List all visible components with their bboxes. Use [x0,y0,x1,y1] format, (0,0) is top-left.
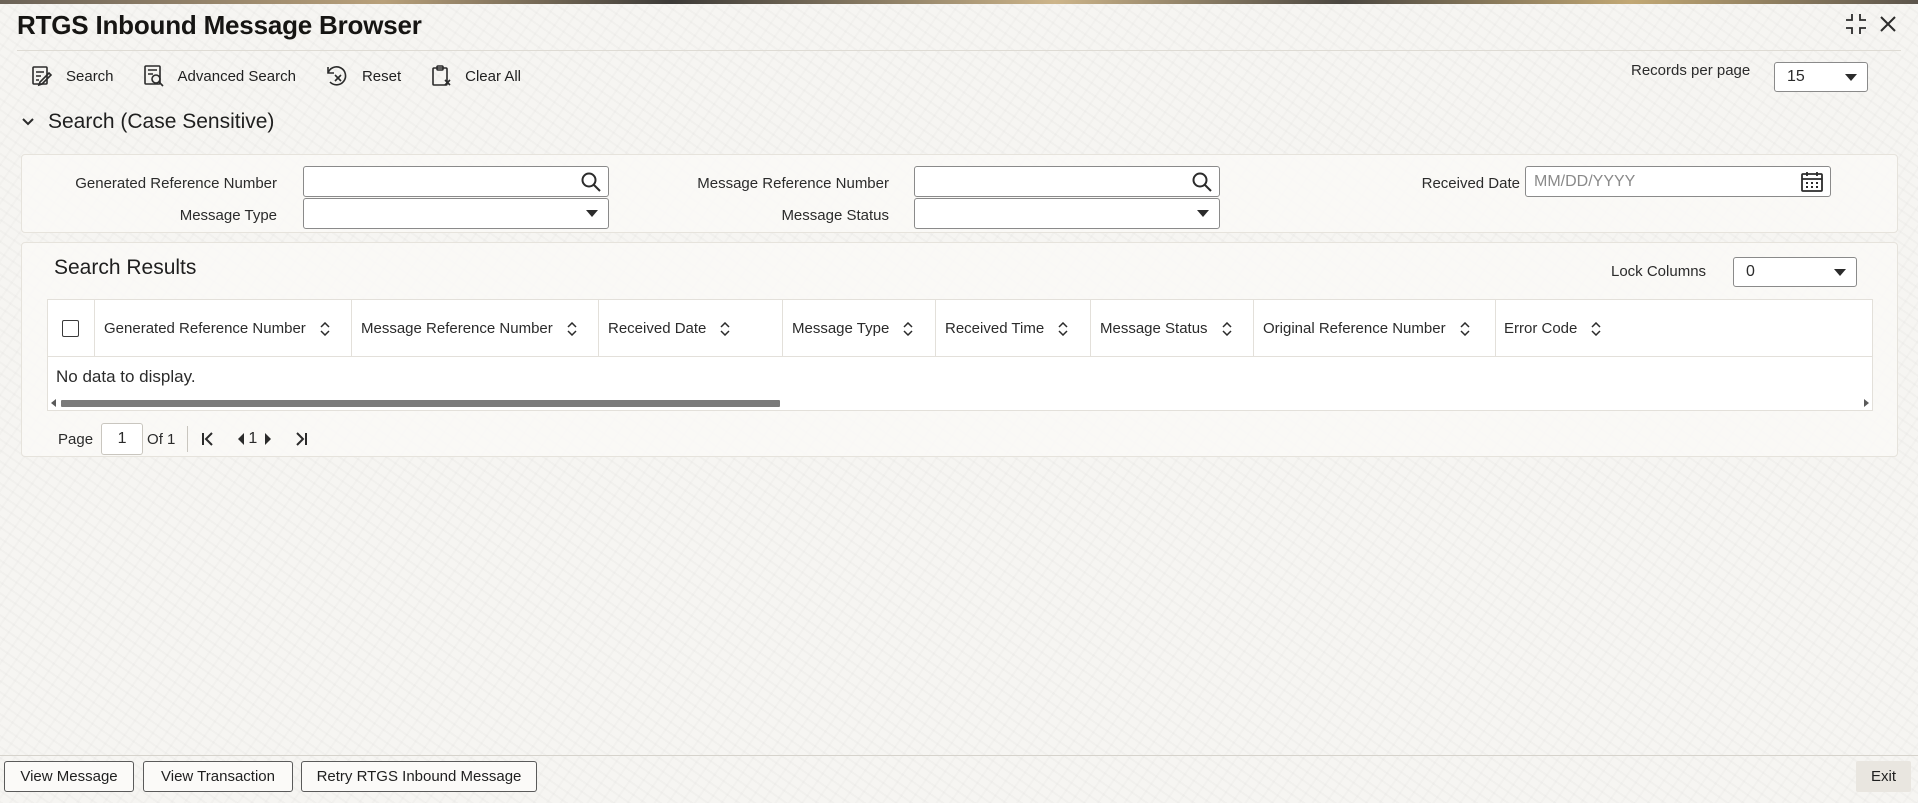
search-criteria-panel: Generated Reference Number Message Refer… [21,154,1898,233]
reset-button[interactable]: Reset [324,64,401,88]
view-transaction-button[interactable]: View Transaction [143,761,293,792]
advanced-search-button[interactable]: Advanced Search [142,64,296,88]
sort-icon[interactable] [320,321,330,336]
clear-all-button-label: Clear All [465,67,521,85]
current-page-number: 1 [248,430,258,447]
sort-icon[interactable] [903,321,913,336]
minimize-window-icon[interactable] [1842,10,1870,38]
search-section-toggle[interactable]: Search (Case Sensitive) [20,110,274,134]
retry-rtgs-inbound-message-button[interactable]: Retry RTGS Inbound Message [301,761,537,792]
title-divider [17,50,1901,51]
page-title: RTGS Inbound Message Browser [17,10,422,40]
message-type-select[interactable] [303,198,609,229]
records-per-page-select[interactable]: 15 [1774,62,1868,92]
records-per-page-label: Records per page [1631,62,1751,79]
search-results-title: Search Results [54,256,197,279]
chevron-down-icon [1845,74,1857,81]
column-header-error-code[interactable]: Error Code [1496,300,1872,357]
message-status-select[interactable] [914,198,1220,229]
received-date-placeholder: MM/DD/YYYY [1534,172,1636,190]
sort-icon[interactable] [720,321,730,336]
next-page-icon[interactable] [263,432,273,446]
column-header-generated-reference-number[interactable]: Generated Reference Number [95,300,352,357]
search-icon[interactable] [1191,171,1213,198]
chevron-down-icon [1197,210,1209,217]
lock-columns-value: 0 [1746,263,1755,280]
message-reference-number-input[interactable] [914,166,1220,197]
sort-icon[interactable] [567,321,577,336]
generated-reference-number-label: Generated Reference Number [75,175,277,192]
column-header-original-reference-number[interactable]: Original Reference Number [1254,300,1496,357]
search-section-title: Search (Case Sensitive) [48,110,275,133]
calendar-icon[interactable] [1800,171,1824,198]
sort-icon[interactable] [1222,321,1232,336]
clear-all-icon [432,65,451,86]
page-label: Page [58,430,94,448]
reset-icon [327,66,347,86]
pagination-divider [187,426,189,452]
received-date-input[interactable]: MM/DD/YYYY [1525,166,1831,197]
column-header-message-reference-number[interactable]: Message Reference Number [352,300,599,357]
reset-button-label: Reset [361,67,402,85]
message-type-label: Message Type [179,207,277,224]
column-header-message-type[interactable]: Message Type [783,300,936,357]
received-date-label: Received Date [1421,175,1520,192]
lock-columns-select[interactable]: 0 [1733,257,1857,287]
scroll-right-icon[interactable] [1864,399,1869,407]
advanced-search-icon [143,65,164,87]
chevron-down-icon [586,210,598,217]
message-reference-number-label: Message Reference Number [697,175,889,192]
message-status-label: Message Status [781,207,889,224]
page-of-label: Of 1 [147,430,176,448]
advanced-search-button-label: Advanced Search [177,67,296,85]
clear-all-button[interactable]: Clear All [429,64,521,88]
search-icon[interactable] [580,171,602,198]
sort-icon[interactable] [1591,321,1601,336]
column-header-received-time[interactable]: Received Time [936,300,1091,357]
generated-reference-number-input[interactable] [303,166,609,197]
sort-icon[interactable] [1460,321,1470,336]
page-number-input[interactable]: 1 [101,423,144,455]
select-all-cell [48,300,95,357]
horizontal-scrollbar[interactable] [48,397,1872,409]
search-button[interactable]: Search [30,64,114,88]
previous-page-icon[interactable] [236,432,246,446]
scroll-left-icon[interactable] [51,399,56,407]
column-header-message-status[interactable]: Message Status [1091,300,1254,357]
column-header-received-date[interactable]: Received Date [599,300,783,357]
sort-icon[interactable] [1058,321,1068,336]
select-all-checkbox[interactable] [62,320,79,337]
records-per-page-value: 15 [1787,68,1805,85]
empty-table-message: No data to display. [56,367,196,386]
footer-bar: View Message View Transaction Retry RTGS… [0,755,1918,803]
search-button-label: Search [66,67,114,85]
header-decoration-strip [0,0,1918,4]
close-icon[interactable] [1874,10,1902,38]
last-page-icon[interactable] [293,431,309,447]
lock-columns-label: Lock Columns [1611,263,1707,280]
exit-button[interactable]: Exit [1856,761,1911,792]
pagination: Page 1 Of 1 1 [58,423,315,455]
scrollbar-thumb[interactable] [61,400,780,407]
table-header: Generated Reference Number Message Refer… [48,300,1872,357]
toolbar: Search Advanced Search Reset Clear All [30,62,521,90]
search-form-icon [32,66,53,87]
chevron-down-icon [22,118,34,126]
chevron-down-icon [1834,269,1846,276]
view-message-button[interactable]: View Message [4,761,134,792]
results-table: Generated Reference Number Message Refer… [47,299,1873,411]
first-page-icon[interactable] [200,431,216,447]
